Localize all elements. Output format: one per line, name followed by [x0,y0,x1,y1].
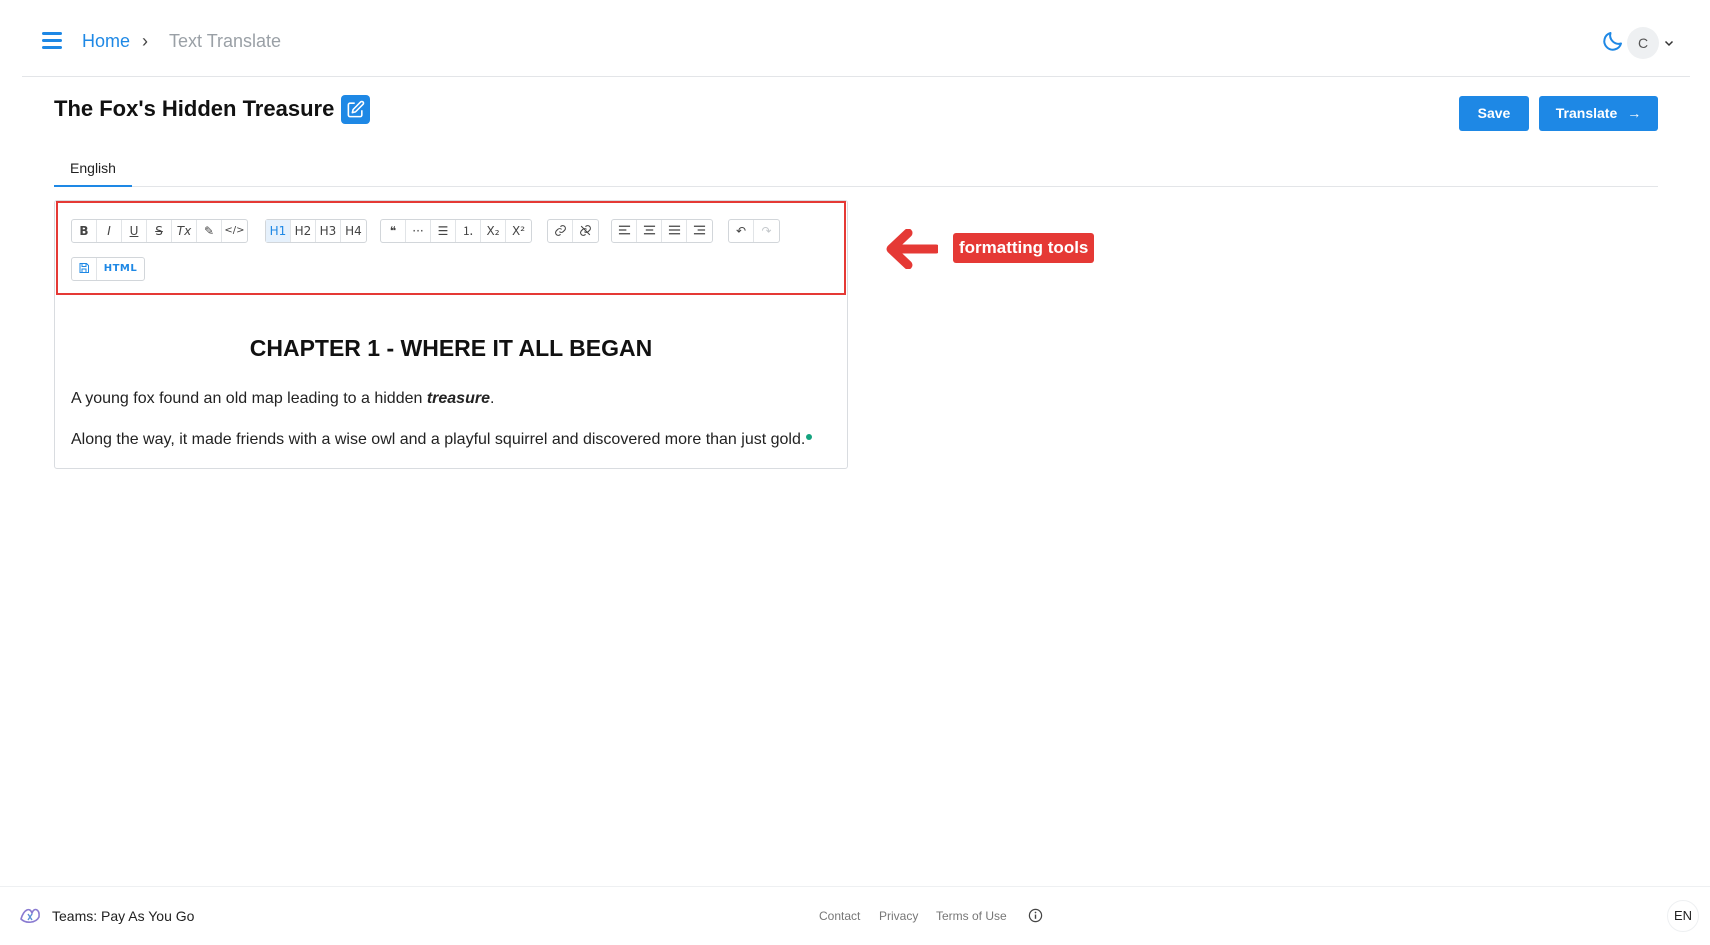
edit-icon [347,100,365,118]
top-bar: Home › Text Translate C [22,0,1690,77]
tab-english[interactable]: English [54,150,132,187]
chevron-down-icon [1664,40,1674,47]
hamburger-menu-icon[interactable] [42,32,62,49]
info-icon[interactable] [1028,908,1043,923]
plan-label: Teams: Pay As You Go [52,908,195,924]
language-tabs: English [54,150,1658,187]
paragraph-2-text: Along the way, it made friends with a wi… [71,431,806,448]
translate-button[interactable]: Translate → [1539,96,1658,131]
save-button-label: Save [1477,105,1511,121]
document-title: The Fox's Hidden Treasure [54,96,335,121]
avatar: C [1627,27,1659,59]
chapter-heading: CHAPTER 1 - WHERE IT ALL BEGAN [249,335,653,361]
arrow-left-icon [886,229,938,269]
moon-icon[interactable] [1601,29,1625,53]
annotation-label: formatting tools [953,233,1095,263]
user-avatar-menu[interactable]: C [1627,27,1677,59]
paragraph-1: A young fox found an old map leading to … [71,390,494,408]
translate-button-label: Translate [1555,105,1618,121]
footer-link-contact[interactable]: Contact [819,909,860,923]
paragraph-1-emphasis: treasure [426,390,490,407]
breadcrumb-separator: › [142,31,148,51]
edit-title-button[interactable] [341,95,370,124]
text-cursor [806,434,813,440]
language-selector[interactable]: EN [1667,900,1699,932]
paragraph-1-end: . [489,390,495,407]
logo-icon [20,908,40,923]
breadcrumb-current: Text Translate [169,31,282,51]
footer-link-privacy[interactable]: Privacy [879,909,918,923]
arrow-right-icon: → [1627,105,1642,121]
footer: Teams: Pay As You Go Contact Privacy Ter… [0,886,1710,945]
paragraph-2: Along the way, it made friends with a wi… [71,431,813,449]
save-button[interactable]: Save [1459,96,1529,131]
breadcrumb-home[interactable]: Home [82,31,130,52]
paragraph-1-text: A young fox found an old map leading to … [71,390,427,407]
footer-link-terms[interactable]: Terms of Use [936,909,1007,923]
formatting-tools-highlight [56,201,846,295]
